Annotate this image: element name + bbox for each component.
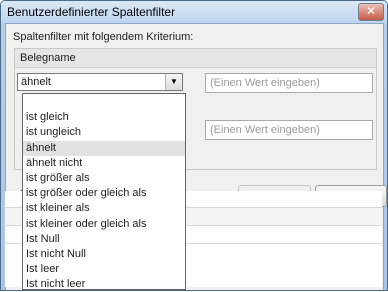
- operator-value: ähnelt: [21, 76, 51, 88]
- dropdown-option[interactable]: ist ungleich: [23, 125, 185, 140]
- dropdown-option[interactable]: ähnelt nicht: [23, 156, 185, 171]
- dropdown-option[interactable]: ist kleiner als: [23, 201, 185, 216]
- dropdown-option[interactable]: [23, 95, 185, 110]
- value-input-2-placeholder: (Einen Wert eingeben): [210, 124, 320, 136]
- close-icon: ✕: [365, 4, 377, 18]
- dropdown-option[interactable]: ähnelt: [23, 140, 185, 156]
- criteria-caption: Spaltenfilter mit folgendem Kriterium:: [13, 31, 194, 43]
- value-input-2[interactable]: (Einen Wert eingeben): [205, 120, 373, 140]
- value-input-1-placeholder: (Einen Wert eingeben): [210, 77, 320, 89]
- group-header: Belegname: [15, 49, 376, 68]
- dropdown-option[interactable]: ist kleiner oder gleich als: [23, 217, 185, 232]
- dropdown-option[interactable]: ist gleich: [23, 110, 185, 125]
- dialog-title: Benutzerdefinierter Spaltenfilter: [7, 5, 176, 19]
- dropdown-option[interactable]: Ist leer: [23, 262, 185, 277]
- column-name-label: Belegname: [20, 52, 76, 64]
- dropdown-option[interactable]: Ist Null: [23, 232, 185, 247]
- chevron-down-icon[interactable]: ▼: [165, 74, 182, 90]
- dropdown-option[interactable]: ist größer oder gleich als: [23, 186, 185, 201]
- dropdown-option[interactable]: Ist nicht Null: [23, 247, 185, 262]
- operator-select[interactable]: ähnelt ▼: [17, 73, 183, 91]
- operator-dropdown-list[interactable]: ist gleich ist ungleich ähnelt ähnelt nicht…: [22, 93, 186, 290]
- close-button[interactable]: ✕: [358, 3, 384, 21]
- dropdown-option[interactable]: Ist nicht leer: [23, 277, 185, 292]
- title-bar[interactable]: Benutzerdefinierter Spaltenfilter ✕: [1, 1, 387, 23]
- value-input-1[interactable]: (Einen Wert eingeben): [205, 73, 373, 93]
- dropdown-option[interactable]: ist größer als: [23, 171, 185, 186]
